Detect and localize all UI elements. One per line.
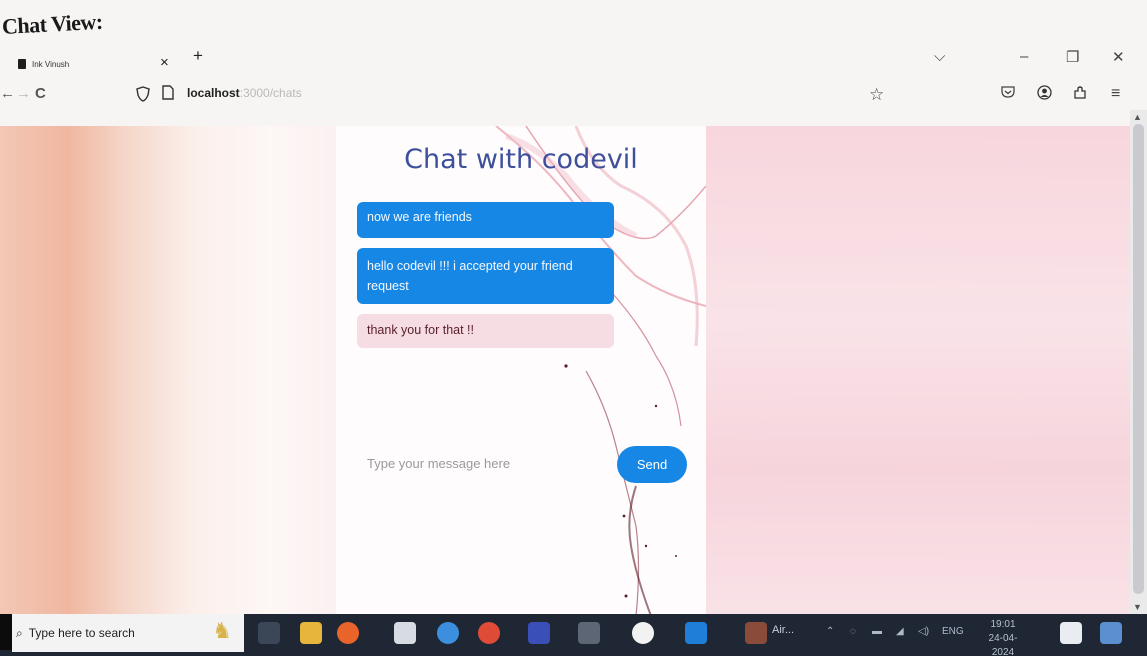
firefox-icon[interactable]	[337, 622, 359, 644]
tab-close-button[interactable]: ×	[160, 54, 169, 71]
document-heading: Chat View:	[1, 8, 104, 39]
file-explorer-icon[interactable]	[300, 622, 322, 644]
calendar-icon[interactable]	[394, 622, 416, 644]
message-received: thank you for that !!	[357, 314, 614, 348]
back-button[interactable]: ←	[0, 85, 15, 102]
message-input[interactable]	[357, 448, 607, 478]
url-bar[interactable]: localhost:3000/chats	[187, 86, 302, 100]
close-window-button[interactable]: ✕	[1112, 48, 1125, 66]
message-sent: now we are friends	[357, 202, 614, 238]
tab-title: Ink Vinush	[32, 59, 70, 69]
screenshot-page: Chat View: Ink Vinush × + ⌵ – ❐ ✕ ← → C …	[0, 0, 1147, 656]
ink-splash-background	[495, 126, 706, 616]
page-info-icon[interactable]	[162, 85, 174, 105]
notification-icon[interactable]	[1060, 622, 1082, 644]
chat-title: Chat with codevil	[404, 144, 638, 175]
browser-app-icon[interactable]	[437, 622, 459, 644]
page-scrollbar[interactable]: ▲ ▼	[1130, 110, 1147, 616]
tray-volume-icon[interactable]: ◁)	[918, 626, 929, 637]
message-sent: hello codevil !!! i accepted your friend…	[357, 248, 614, 304]
tracking-shield-icon[interactable]	[136, 86, 150, 107]
page-viewport: Chat with codevil now we are friends hel…	[0, 126, 1130, 616]
reload-button[interactable]: C	[35, 85, 46, 102]
minimize-button[interactable]: –	[1020, 48, 1028, 65]
vscode-icon[interactable]	[685, 622, 707, 644]
tray-wifi-icon[interactable]: ◢	[896, 626, 904, 637]
browser-nav-bar: ← → C localhost:3000/chats ☆ ≡	[0, 80, 1147, 110]
task-view-icon[interactable]	[258, 622, 280, 644]
list-all-tabs-button[interactable]: ⌵	[934, 48, 945, 65]
scroll-up-arrow-icon[interactable]: ▲	[1133, 112, 1142, 122]
tray-network-icon[interactable]: ◌	[850, 626, 856, 637]
taskbar-clock[interactable]: 19:01 24-04-2024	[978, 618, 1028, 656]
chrome-icon[interactable]	[478, 622, 500, 644]
scroll-down-arrow-icon[interactable]: ▼	[1133, 602, 1142, 612]
windows-taskbar: ⌕ Type here to search ♞ Air... ⌃ ◌ ▬ ◢ ◁…	[0, 614, 1147, 656]
send-button[interactable]: Send	[617, 446, 687, 483]
forward-button[interactable]: →	[16, 85, 31, 102]
chat-panel: Chat with codevil now we are friends hel…	[336, 126, 706, 616]
account-icon[interactable]	[1037, 85, 1052, 104]
search-icon: ⌕	[16, 625, 23, 640]
language-indicator[interactable]: ENG	[942, 626, 964, 637]
taskbar-app-label[interactable]: Air...	[772, 624, 794, 636]
browser-tab-bar: Ink Vinush × + ⌵ – ❐ ✕	[0, 44, 1147, 80]
presentation-app-icon[interactable]	[745, 622, 767, 644]
background-art-right	[705, 126, 1130, 616]
terminal-icon[interactable]	[578, 622, 600, 644]
new-tab-button[interactable]: +	[193, 46, 203, 66]
tray-battery-icon[interactable]: ▬	[872, 626, 882, 637]
url-path: :3000/chats	[239, 86, 302, 100]
widget-icon[interactable]	[1100, 622, 1122, 644]
menu-icon[interactable]: ≡	[1111, 85, 1120, 103]
start-button[interactable]	[0, 614, 12, 650]
bookmark-star-icon[interactable]: ☆	[869, 85, 884, 105]
tab-favicon-icon	[18, 59, 26, 69]
taskbar-search-placeholder: Type here to search	[28, 626, 135, 640]
restore-button[interactable]: ❐	[1066, 48, 1079, 66]
app-icon[interactable]	[528, 622, 550, 644]
taskbar-search-box[interactable]: ⌕ Type here to search ♞	[12, 614, 244, 652]
url-host: localhost	[187, 86, 240, 100]
pocket-icon[interactable]	[1001, 85, 1015, 102]
clock-time: 19:01	[990, 619, 1016, 630]
search-highlight-icon: ♞	[212, 618, 232, 643]
tray-chevron-icon[interactable]: ⌃	[826, 626, 834, 637]
browser-tab[interactable]: Ink Vinush ×	[0, 50, 190, 78]
clock-date: 24-04-2024	[988, 633, 1018, 656]
app-round-icon[interactable]	[632, 622, 654, 644]
scroll-thumb[interactable]	[1133, 124, 1144, 594]
extensions-icon[interactable]	[1073, 85, 1088, 104]
